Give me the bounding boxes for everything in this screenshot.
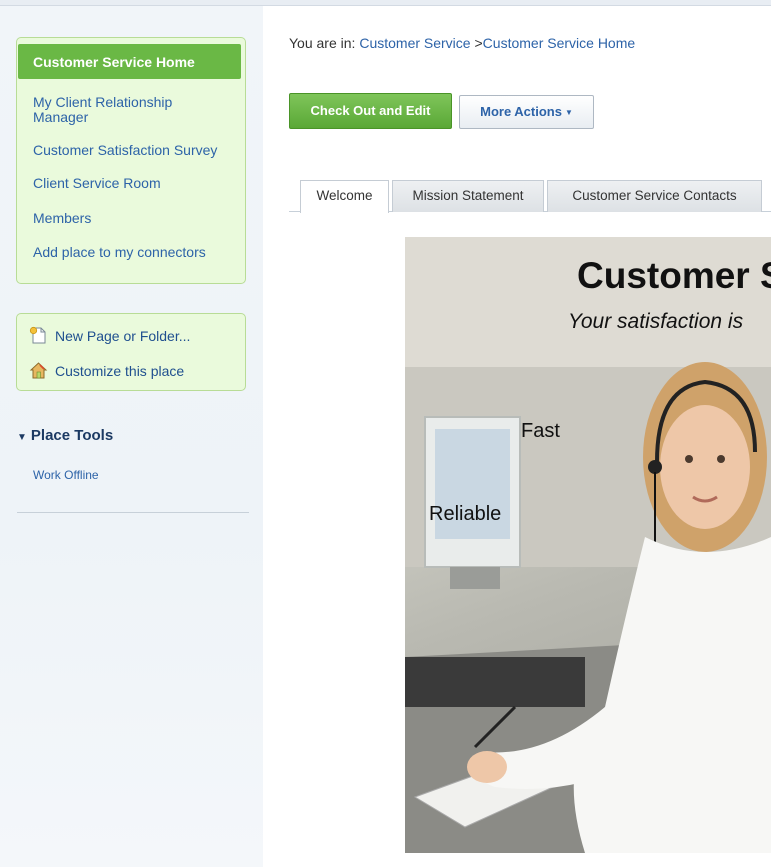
nav-item-client-service-room[interactable]: Client Service Room [33, 176, 245, 191]
nav-item-customer-satisfaction-survey[interactable]: Customer Satisfaction Survey [33, 143, 245, 158]
hero-label-fast: Fast [521, 420, 560, 442]
tab-customer-service-contacts[interactable]: Customer Service Contacts [547, 180, 762, 212]
customize-label: Customize this place [55, 362, 185, 379]
dropdown-caret-icon: ▼ [564, 107, 573, 117]
breadcrumb: You are in: Customer Service >Customer S… [289, 35, 635, 51]
check-out-and-edit-button[interactable]: Check Out and Edit [289, 93, 452, 129]
sidebar-divider [17, 512, 249, 513]
hero-label-reliable: Reliable [429, 503, 502, 525]
hero-subtitle: Your satisfaction is [568, 310, 744, 333]
customize-house-icon [29, 361, 48, 380]
nav-item-customer-service-home[interactable]: Customer Service Home [18, 44, 241, 79]
welcome-hero-image: Customer S Your satisfaction is Fast Rel… [405, 237, 771, 853]
breadcrumb-parent-link[interactable]: Customer Service [359, 35, 470, 51]
more-actions-label: More Actions [480, 104, 562, 119]
place-tools-heading: Place Tools [30, 427, 114, 444]
place-tools-toggle[interactable]: ▼ Place Tools [17, 427, 113, 444]
hero-title: Customer S [577, 255, 771, 296]
customize-place-link[interactable]: Customize this place [29, 361, 184, 380]
more-actions-button[interactable]: More Actions ▼ [459, 95, 594, 129]
nav-item-add-place-to-connectors[interactable]: Add place to my connectors [33, 245, 245, 260]
breadcrumb-current[interactable]: Customer Service Home [483, 35, 636, 51]
place-navigation: Customer Service Home My Client Relation… [16, 37, 246, 284]
sidebar: Customer Service Home My Client Relation… [0, 6, 263, 867]
place-actions: New Page or Folder... Customize this pla… [16, 313, 246, 391]
tab-welcome[interactable]: Welcome [300, 180, 389, 213]
breadcrumb-separator: > [470, 35, 483, 51]
nav-item-members[interactable]: Members [33, 211, 245, 226]
work-offline-link[interactable]: Work Offline [33, 468, 99, 482]
breadcrumb-prefix: You are in: [289, 35, 360, 51]
tab-mission-statement[interactable]: Mission Statement [392, 180, 544, 212]
new-page-label: New Page or Folder... [55, 327, 191, 344]
nav-item-client-relationship-manager[interactable]: My Client Relationship Manager [33, 95, 223, 125]
expand-triangle-icon: ▼ [17, 432, 27, 443]
new-page-icon [29, 326, 48, 345]
new-page-or-folder-link[interactable]: New Page or Folder... [29, 326, 190, 345]
